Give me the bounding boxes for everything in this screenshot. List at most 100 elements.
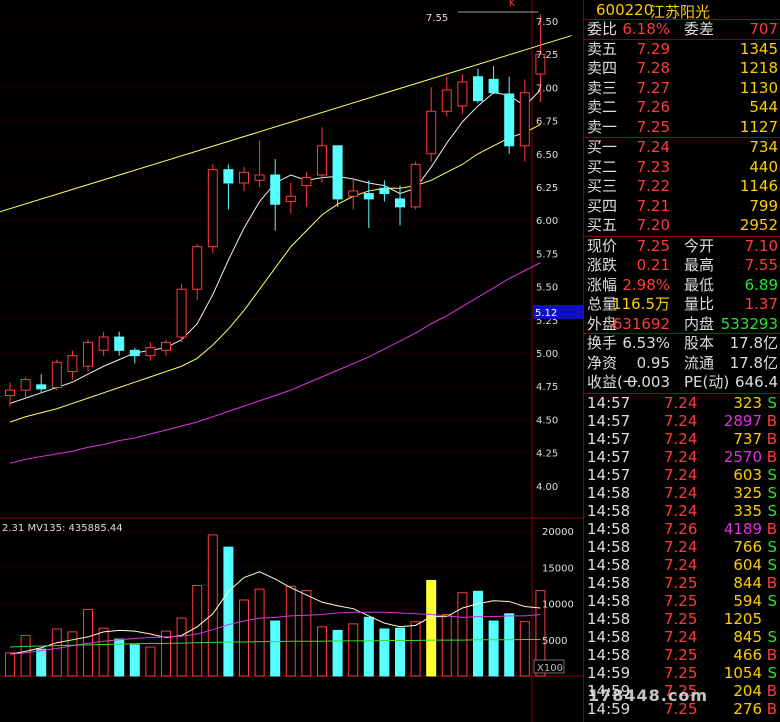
ask-label: 卖三 [587, 78, 618, 97]
ask-level[interactable]: 卖四 7.28 1218 [584, 59, 780, 79]
inner-volume-label: 内盘 [684, 314, 715, 333]
tick-direction: B [766, 699, 777, 718]
volume-indicator-header: 2.31 MV135: 435885.44 [2, 523, 123, 534]
candle-body [98, 336, 109, 351]
tick-time: 14:58 [587, 519, 631, 538]
candle-body [395, 198, 405, 208]
volume-bar [67, 631, 78, 677]
fundamental-row: 换手 6.53% 股本 17.8亿 [584, 334, 780, 354]
bid-volume: 734 [749, 138, 778, 156]
bid-volume: 440 [749, 157, 778, 176]
tick-direction: B [766, 447, 777, 466]
volume-bar [379, 628, 390, 677]
bid-level[interactable]: 买三 7.22 1146 [584, 177, 780, 197]
ask-level[interactable]: 卖一 7.25 1127 [584, 118, 780, 138]
tick-row: 14:58 7.25 594 S [584, 592, 780, 610]
row-value: 116.5万 [612, 295, 670, 313]
stat-row: 涨跌 0.21 最高 7.55 [584, 256, 780, 276]
tick-volume: 4189 [723, 519, 762, 538]
tick-time: 14:58 [587, 573, 631, 592]
tick-price: 7.24 [664, 537, 698, 556]
tick-time: 14:58 [587, 483, 631, 502]
volume-bar [270, 620, 281, 677]
kline-chart[interactable]: 7.507.257.006.756.506.256.005.755.505.25… [0, 0, 583, 722]
bid-level[interactable]: 买五 7.20 2952 [584, 216, 780, 236]
row-value: 2.98% [622, 275, 670, 294]
ask-level[interactable]: 卖三 7.27 1130 [584, 79, 780, 99]
row-value: 0.003 [627, 373, 670, 391]
tick-volume: 1205 [723, 609, 762, 628]
tick-price: 7.24 [664, 447, 698, 466]
candle-body [426, 110, 437, 155]
bid-label: 买一 [587, 138, 618, 156]
corner-mark: K [509, 0, 516, 9]
candle-body [504, 93, 515, 147]
volume-bar [51, 628, 62, 677]
volume-bar [488, 620, 499, 677]
bid-level[interactable]: 买四 7.21 799 [584, 197, 780, 217]
ask-volume: 1345 [739, 39, 778, 58]
tick-row: 14:58 7.25 466 B [584, 646, 780, 664]
order-ratio-value: 6.18% [622, 20, 670, 38]
tick-row: 14:58 7.24 766 S [584, 538, 780, 556]
volume-bar [426, 579, 437, 677]
moving-average-lines [0, 35, 572, 464]
bid-level[interactable]: 买二 7.23 440 [584, 158, 780, 178]
outer-volume-value: 631692 [612, 314, 670, 333]
bid-label: 买三 [587, 177, 618, 195]
bid-level[interactable]: 买一 7.24 734 [584, 138, 780, 158]
candle-body [519, 92, 530, 147]
candle-body [457, 81, 468, 107]
tick-time: 14:59 [587, 663, 631, 682]
tick-time: 14:58 [587, 609, 631, 628]
volume-bar [301, 590, 312, 677]
candle-body [363, 193, 374, 200]
tick-time: 14:57 [587, 465, 631, 484]
row-label-2: 最高 [684, 256, 715, 274]
price-tick-label: 6.00 [536, 216, 558, 227]
volume-tick-label: 20000 [542, 527, 574, 538]
price-tick-label: 4.75 [536, 382, 558, 393]
watermark: 178448.com [588, 686, 709, 705]
price-stats: 现价 7.25 今开 7.10 涨跌 0.21 最高 7.55 涨幅 2.98% 最低 6.89 总量 1… [584, 237, 780, 315]
candle-body [176, 288, 187, 338]
outer-inner-row: 外盘 631692 内盘 533293 [584, 314, 780, 334]
tick-volume: 766 [733, 537, 762, 556]
tick-row: 14:57 7.24 603 S [584, 466, 780, 484]
candle-body [5, 389, 15, 396]
tick-list[interactable]: 14:57 7.24 323 S 14:57 7.24 2897 B 14:57 7… [584, 394, 780, 718]
stock-header: 600220 江苏阳光 [584, 0, 780, 21]
ask-level[interactable]: 卖五 7.29 1345 [584, 40, 780, 60]
candle-body [332, 145, 343, 200]
order-diff-label: 委差 [684, 20, 715, 38]
tick-direction: B [766, 573, 777, 592]
ask-label: 卖四 [587, 59, 618, 77]
tick-price: 7.25 [664, 645, 698, 664]
tick-volume: 323 [733, 393, 762, 412]
order-ratio-row: 委比 6.18% 委差 707 [584, 20, 780, 40]
candle-body [270, 174, 281, 205]
price-tick-label: 4.00 [536, 482, 558, 493]
row-label-2: PE(动) [684, 373, 730, 391]
stat-row: 涨幅 2.98% 最低 6.89 [584, 276, 780, 296]
row-label: 涨跌 [587, 256, 618, 274]
candle-body [441, 89, 452, 112]
volume-bar [98, 627, 109, 677]
tick-time: 14:58 [587, 627, 631, 646]
volume-bar [207, 534, 218, 677]
candle-body [488, 78, 499, 94]
tick-volume: 2897 [723, 411, 762, 430]
cursor-price-label: 5.12 [535, 308, 557, 319]
bid-price: 7.23 [636, 157, 670, 176]
tick-volume: 1054 [723, 663, 762, 682]
candle-body [145, 347, 156, 357]
volume-bar [285, 585, 296, 677]
tick-direction: S [767, 555, 777, 574]
ask-level[interactable]: 卖二 7.26 544 [584, 98, 780, 118]
tick-time: 14:58 [587, 537, 631, 556]
row-value: 7.25 [636, 236, 670, 255]
volume-bar [129, 644, 140, 677]
row-value-2: 7.55 [744, 256, 778, 274]
volume-bar [36, 648, 47, 677]
candle-body [473, 76, 483, 102]
